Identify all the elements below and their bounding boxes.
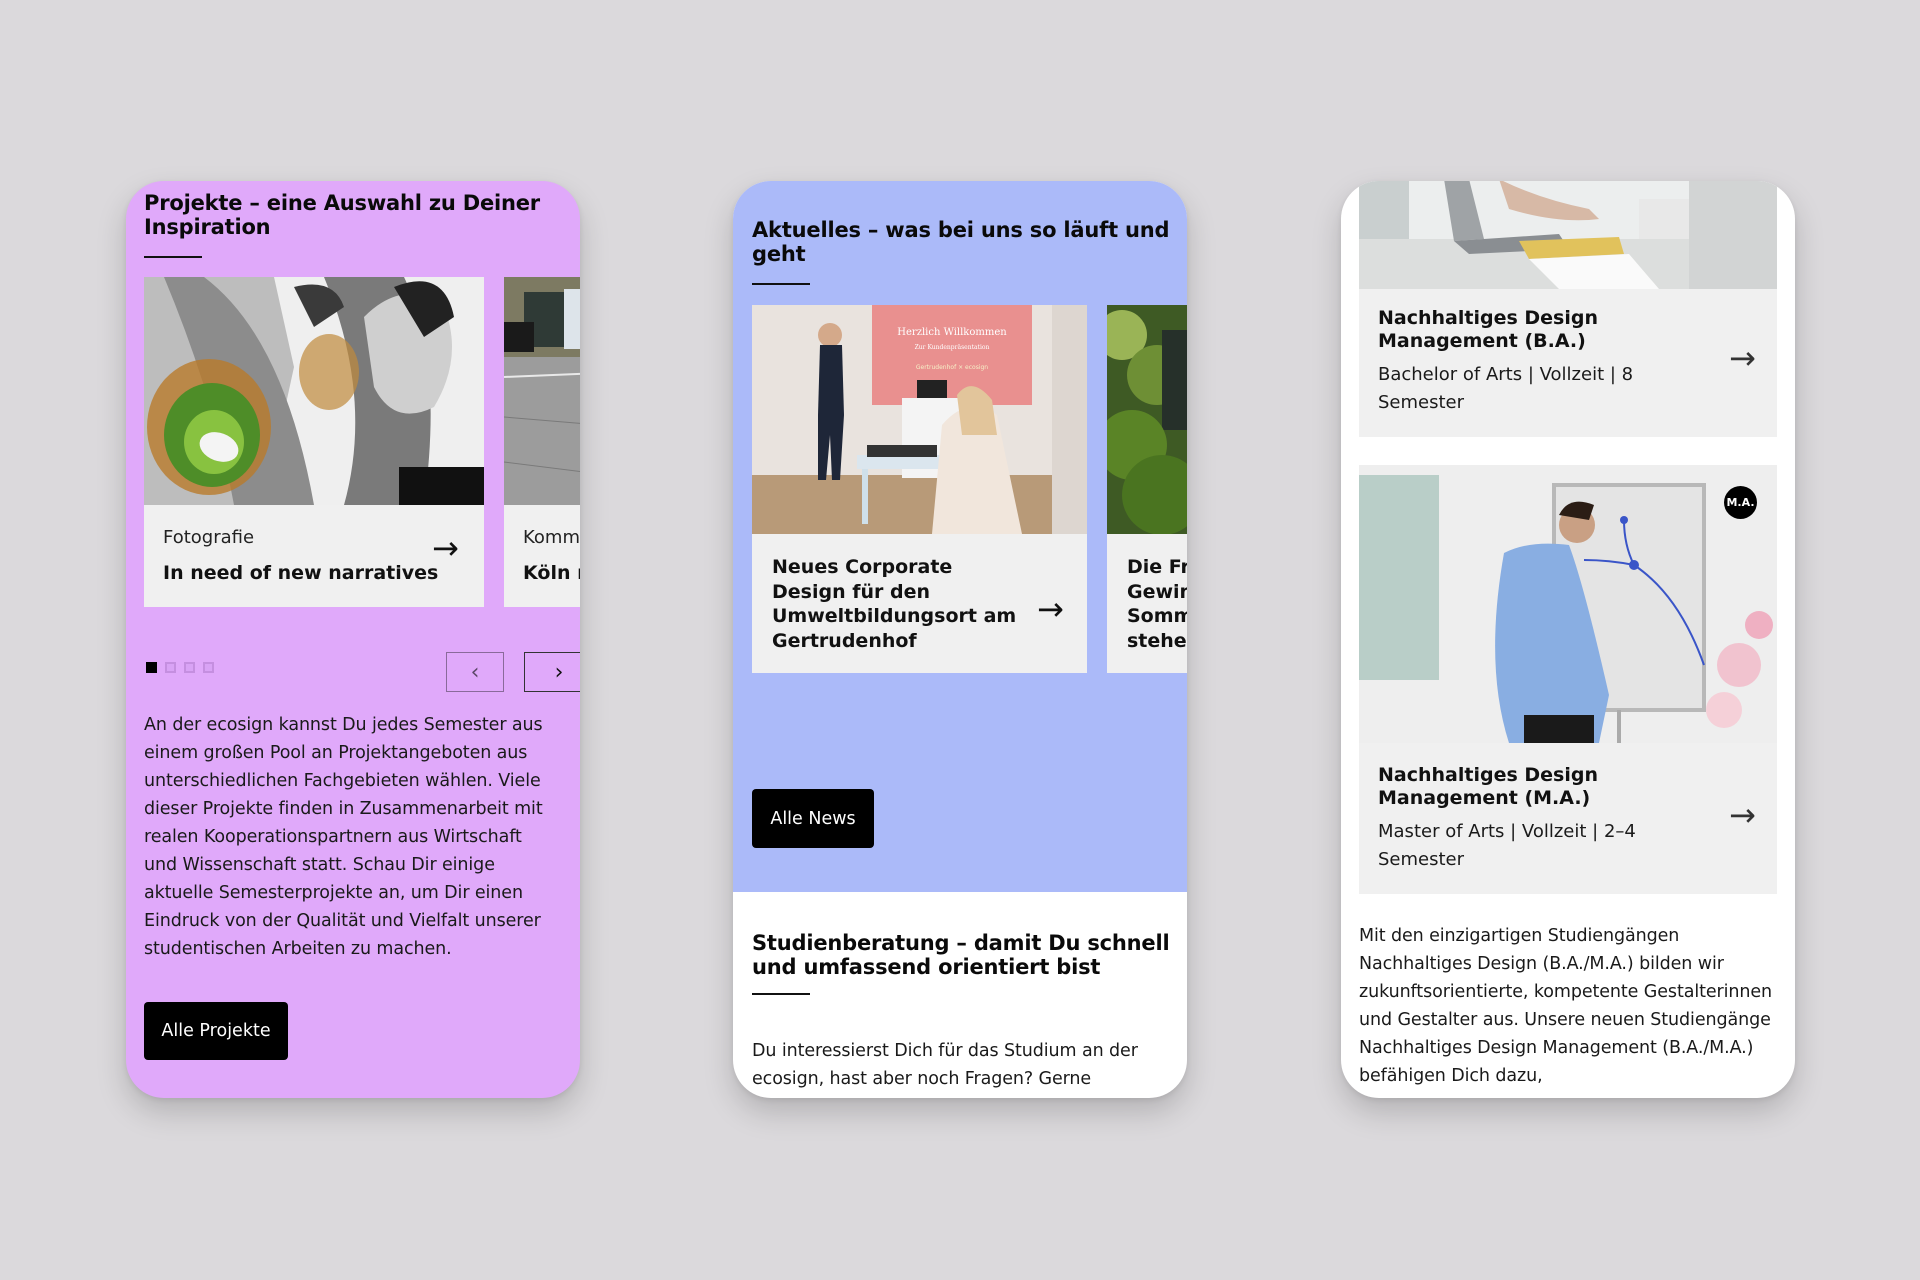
project-image [504,277,580,505]
carousel-prev-button[interactable]: ‹ [446,652,504,692]
arrow-right-icon[interactable]: → [1729,342,1756,374]
project-image [144,277,484,505]
news-title: Die FrGewinSommsteher [1127,556,1187,652]
carousel-pagination [146,662,214,673]
study-phone-screen: Nachhaltiges Design Management (B.A.) Ba… [1341,181,1795,1098]
projects-heading: Projekte – eine Auswahl zu Deiner Inspir… [144,191,540,239]
pagination-dot[interactable] [165,662,176,673]
news-image: Herzlich Willkommen Zur Kundenpräsentati… [752,305,1087,534]
all-projects-button[interactable]: Alle Projekte [144,1002,288,1060]
heading-divider [752,993,810,995]
heading-divider [144,256,202,258]
pagination-dot[interactable] [146,662,157,673]
study-program-title: Nachhaltiges Design Management (M.A.) [1378,764,1598,809]
study-program-title: Nachhaltiges Design Management (B.A.) [1378,307,1598,352]
study-description: Mit den einzigartigen Studiengängen Nach… [1359,926,1773,1086]
screen-text-welcome: Herzlich Willkommen [897,327,1007,338]
news-card[interactable]: Die FrGewinSommsteher [1107,305,1187,673]
news-heading: Aktuelles – was bei uns so läuft und geh… [752,218,1170,266]
study-program-image [1359,181,1777,289]
project-card[interactable]: Fotografie In need of new narratives → [144,277,484,607]
study-program-meta: Master of Arts | Vollzeit | 2–4 Semester [1378,821,1636,870]
project-category: Komm [523,527,580,548]
degree-badge: M.A. [1724,486,1757,519]
projects-description: An der ecosign kannst Du jedes Semester … [144,715,543,959]
advice-description: Du interessierst Dich für das Studium an… [752,1041,1138,1089]
arrow-right-icon[interactable]: → [432,532,459,564]
all-news-button[interactable]: Alle News [752,789,874,848]
news-image [1107,305,1187,534]
study-program-card[interactable]: Nachhaltiges Design Management (B.A.) Ba… [1359,181,1777,437]
news-phone-screen: Aktuelles – was bei uns so läuft und geh… [733,181,1187,1098]
news-title: Neues Corporate Design für den Umweltbil… [772,556,1017,652]
study-program-meta: Bachelor of Arts | Vollzeit | 8 Semester [1378,364,1634,413]
screen-text-subtitle: Zur Kundenpräsentation [915,344,990,351]
study-program-image: M.A. [1359,465,1777,743]
carousel-next-button[interactable]: › [524,652,580,692]
news-section: Aktuelles – was bei uns so läuft und geh… [733,181,1187,892]
arrow-right-icon[interactable]: → [1729,799,1756,831]
project-category: Fotografie [163,527,255,548]
news-card[interactable]: Herzlich Willkommen Zur Kundenpräsentati… [752,305,1087,673]
project-card[interactable]: Komm Köln r [504,277,580,607]
heading-divider [752,283,810,285]
projects-phone-screen: Projekte – eine Auswahl zu Deiner Inspir… [126,181,580,1098]
pagination-dot[interactable] [184,662,195,673]
arrow-right-icon[interactable]: → [1037,593,1064,625]
project-title: In need of new narratives [163,562,439,584]
study-program-card[interactable]: M.A. Nachhaltiges Design Management (M.A… [1359,465,1777,894]
advice-heading: Studienberatung – damit Du schnell und u… [752,931,1170,979]
screen-text-brands: Gertrudenhof × ecosign [916,364,988,371]
pagination-dot[interactable] [203,662,214,673]
project-title: Köln r [523,562,580,584]
